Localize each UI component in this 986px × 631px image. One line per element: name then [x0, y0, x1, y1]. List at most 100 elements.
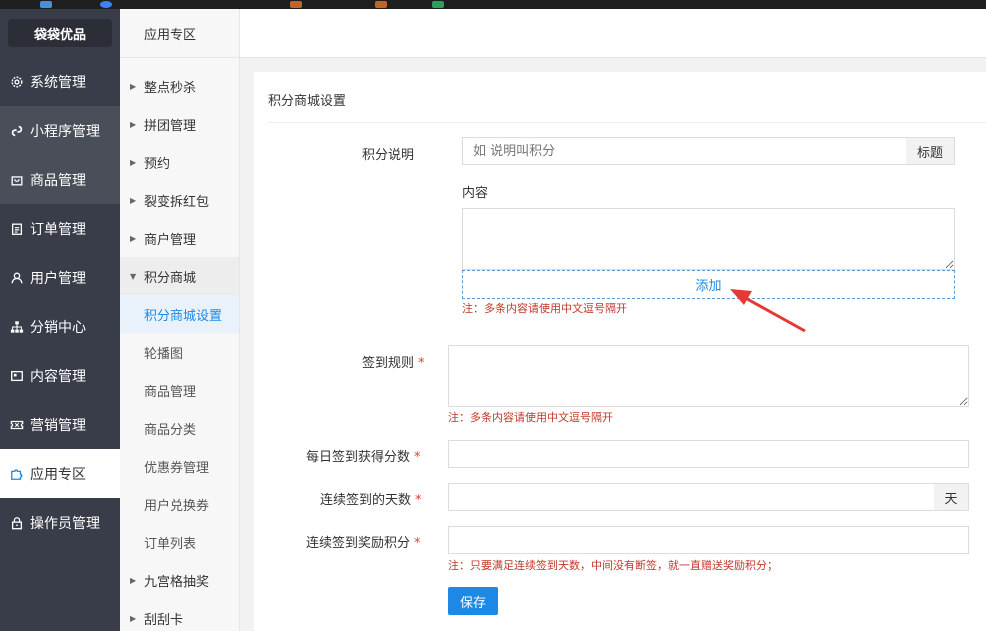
required-mark: * [414, 536, 421, 551]
main-header-bar [240, 9, 986, 58]
sub-item-label: 刮刮卡 [144, 612, 184, 628]
sub-item-label: 订单列表 [144, 536, 197, 552]
daily-points-label: 每日签到获得分数 * [306, 446, 421, 465]
nav-item-apps[interactable]: 应用专区 [0, 449, 120, 498]
checkin-rules-hint: 注：多条内容请使用中文逗号隔开 [448, 411, 613, 424]
nav-item-label: 分销中心 [30, 319, 86, 336]
link-icon [10, 124, 24, 138]
title-divider [268, 122, 986, 123]
nav-item-label: 商品管理 [30, 172, 86, 189]
bookmark-icon [40, 1, 52, 8]
nav-item-label: 用户管理 [30, 270, 86, 287]
caret-right-icon: ▶ [130, 81, 137, 91]
points-desc-hint: 注：多条内容请使用中文逗号隔开 [462, 302, 627, 315]
nav-item-content[interactable]: 内容管理 [0, 351, 120, 400]
bag-icon [10, 173, 24, 187]
sub-item-coupons[interactable]: 优惠券管理 [120, 447, 239, 485]
puzzle-icon [10, 467, 24, 481]
add-content-button[interactable]: 添加 [462, 270, 955, 299]
nav-item-label: 应用专区 [30, 466, 86, 483]
network-icon [10, 320, 24, 334]
sub-item-points-mall[interactable]: ▼ 积分商城 [120, 257, 239, 295]
daily-points-input[interactable] [448, 440, 969, 468]
sub-item-label: 积分商城设置 [144, 308, 223, 324]
title-addon: 标题 [906, 137, 955, 165]
sub-item-label: 优惠券管理 [144, 460, 210, 476]
consecutive-reward-input[interactable] [448, 526, 969, 554]
browser-bookmark-bar [0, 0, 986, 9]
nav-item-label: 营销管理 [30, 417, 86, 434]
save-button[interactable]: 保存 [448, 587, 498, 615]
sub-sidebar-header: 应用专区 [120, 9, 239, 58]
sub-item-user-vouchers[interactable]: 用户兑换券 [120, 485, 239, 523]
page-title: 积分商城设置 [268, 94, 347, 109]
consecutive-reward-hint: 注：只要满足连续签到天数，中间没有断签，就一直赠送奖励积分； [448, 559, 778, 572]
caret-right-icon: ▶ [130, 613, 137, 623]
sub-item-order-list[interactable]: 订单列表 [120, 523, 239, 561]
required-mark: * [414, 450, 421, 465]
main-sidebar: 袋袋优品 系统管理 小程序管理 商品管理 订单管理 用户管理 分销中心 内容管理… [0, 9, 120, 631]
sub-item-scratch-card[interactable]: ▶ 刮刮卡 [120, 599, 239, 631]
lock-icon [10, 516, 24, 530]
sub-item-flash-sale[interactable]: ▶ 整点秒杀 [120, 67, 239, 105]
nav-item-operators[interactable]: 操作员管理 [0, 498, 120, 547]
sub-item-points-mall-settings[interactable]: 积分商城设置 [120, 295, 239, 333]
required-mark: * [418, 356, 425, 371]
label-text: 签到规则 [362, 356, 415, 371]
label-text: 连续签到的天数 [320, 493, 412, 508]
nav-item-distribution[interactable]: 分销中心 [0, 302, 120, 351]
checkin-rules-textarea[interactable] [448, 345, 969, 407]
days-addon: 天 [934, 483, 969, 511]
brand-area: 袋袋优品 [0, 9, 120, 57]
points-desc-content-label: 内容 [462, 186, 489, 201]
sub-item-label: 九宫格抽奖 [144, 574, 210, 590]
nav-item-label: 内容管理 [30, 368, 86, 385]
document-icon [10, 369, 24, 383]
nav-item-miniprogram[interactable]: 小程序管理 [0, 106, 120, 155]
clipboard-icon [10, 222, 24, 236]
checkin-rules-label: 签到规则 * [362, 352, 425, 371]
points-desc-title-input[interactable] [462, 137, 907, 165]
sub-item-merchants[interactable]: ▶ 商户管理 [120, 219, 239, 257]
points-desc-label: 积分说明 [362, 148, 415, 163]
nav-item-users[interactable]: 用户管理 [0, 253, 120, 302]
bookmark-icon [375, 1, 387, 8]
sub-item-red-packet[interactable]: ▶ 裂变拆红包 [120, 181, 239, 219]
settings-panel: 积分商城设置 积分说明 标题 内容 添加 注：多条内容请使用中文逗号隔开 签到规… [254, 72, 986, 631]
points-desc-content-textarea[interactable] [462, 208, 955, 270]
caret-right-icon: ▶ [130, 195, 137, 205]
bookmark-icon [290, 1, 302, 8]
user-icon [10, 271, 24, 285]
required-mark: * [415, 493, 422, 508]
consecutive-reward-label: 连续签到奖励积分 * [306, 532, 421, 551]
sub-item-reservation[interactable]: ▶ 预约 [120, 143, 239, 181]
sub-item-carousel[interactable]: 轮播图 [120, 333, 239, 371]
sub-sidebar: 应用专区 ▶ 整点秒杀 ▶ 拼团管理 ▶ 预约 ▶ 裂变拆红包 ▶ 商户管理 ▼ 积分商城 … [120, 9, 240, 631]
nav-item-label: 小程序管理 [30, 123, 100, 140]
brand-logo[interactable]: 袋袋优品 [8, 19, 112, 47]
nav-item-marketing[interactable]: 营销管理 [0, 400, 120, 449]
caret-right-icon: ▶ [130, 575, 137, 585]
sub-item-label: 轮播图 [144, 346, 184, 362]
sub-item-product-management[interactable]: 商品管理 [120, 371, 239, 409]
sub-item-lottery-grid[interactable]: ▶ 九宫格抽奖 [120, 561, 239, 599]
caret-right-icon: ▶ [130, 233, 137, 243]
nav-item-products[interactable]: 商品管理 [0, 155, 120, 204]
caret-right-icon: ▶ [130, 157, 137, 167]
bookmark-icon [432, 1, 444, 8]
sub-item-label: 积分商城 [144, 270, 197, 286]
nav-item-system[interactable]: 系统管理 [0, 57, 120, 106]
sub-item-label: 商品分类 [144, 422, 197, 438]
label-text: 每日签到获得分数 [306, 450, 411, 465]
sub-item-group-buy[interactable]: ▶ 拼团管理 [120, 105, 239, 143]
caret-right-icon: ▶ [130, 119, 137, 129]
bookmark-icon [100, 1, 112, 8]
nav-item-orders[interactable]: 订单管理 [0, 204, 120, 253]
nav-item-label: 订单管理 [30, 221, 86, 238]
nav-item-label: 操作员管理 [30, 515, 100, 532]
nav-item-label: 系统管理 [30, 74, 86, 91]
sub-item-label: 预约 [144, 156, 171, 172]
label-text: 连续签到奖励积分 [306, 536, 411, 551]
sub-item-product-category[interactable]: 商品分类 [120, 409, 239, 447]
consecutive-days-input[interactable] [448, 483, 935, 511]
